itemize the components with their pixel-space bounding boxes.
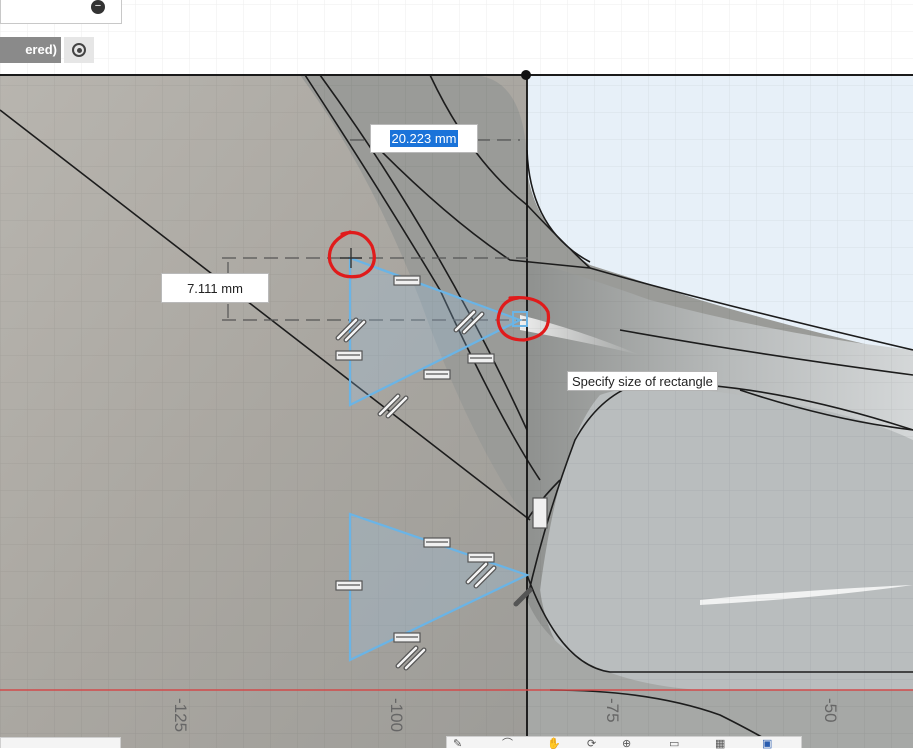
navigation-toolbar: ✎ ⌒ ✋ ⟳ ⊕ ▭ ▦ ▣ [446,736,802,750]
browser-panel-fragment: − [0,0,122,24]
width-dimension-input[interactable]: 20.223 mm [370,124,478,153]
sketch-mode-label: ered) [0,37,61,63]
collapse-minus-icon[interactable]: − [91,0,105,14]
command-tooltip: Specify size of rectangle [567,371,718,391]
height-dimension-value[interactable]: 7.111 mm [187,281,243,296]
origin-point[interactable] [521,70,531,80]
sketch-mode-radio[interactable] [64,37,94,63]
axis-label-neg50: -50 [821,698,840,723]
height-dimension-input[interactable]: 7.111 mm [161,273,269,303]
axis-label-neg125: -125 [171,698,190,733]
sketch-canvas[interactable] [0,0,913,748]
axis-label-neg75: -75 [603,698,622,723]
bottom-left-panel-fragment [0,737,121,748]
axis-label-neg100: -100 [387,698,406,733]
width-dimension-value[interactable]: 20.223 mm [390,130,458,147]
radio-ring-icon [72,43,86,57]
sketch-mode-row: ered) [0,37,97,63]
